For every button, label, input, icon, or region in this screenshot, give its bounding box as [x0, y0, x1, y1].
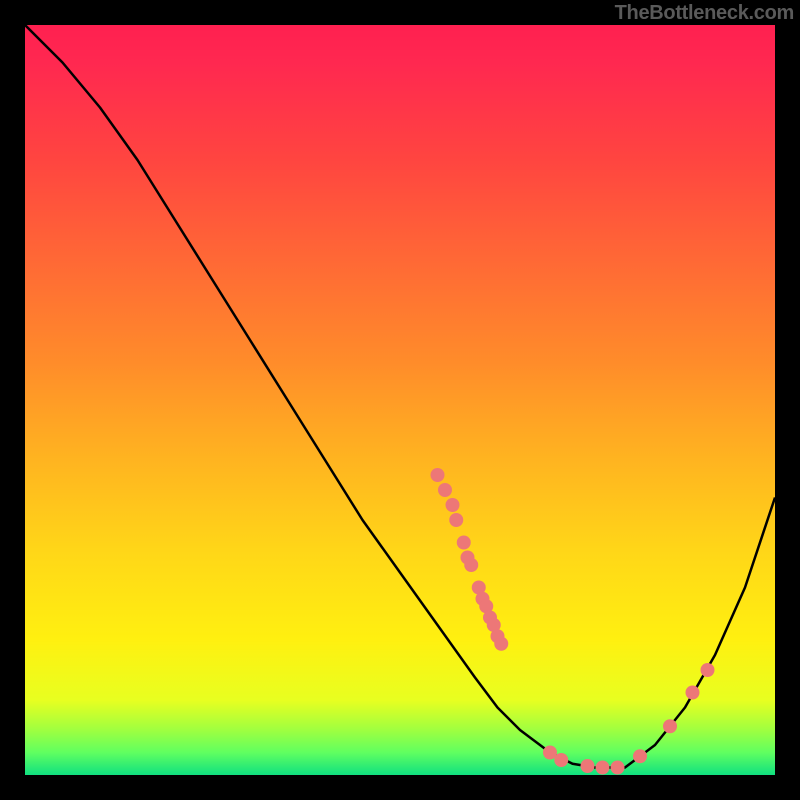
scatter-dot [611, 761, 625, 775]
scatter-dot [494, 637, 508, 651]
scatter-dot [464, 558, 478, 572]
scatter-dot [457, 536, 471, 550]
scatter-dot [701, 663, 715, 677]
attribution-text: TheBottleneck.com [615, 2, 794, 25]
bottleneck-curve [25, 25, 775, 768]
scatter-dot [446, 498, 460, 512]
scatter-dot [554, 753, 568, 767]
scatter-dot [633, 749, 647, 763]
scatter-dot [686, 686, 700, 700]
scatter-dot [581, 759, 595, 773]
plot-area [25, 25, 775, 775]
scatter-dot [596, 761, 610, 775]
scatter-dot [663, 719, 677, 733]
scatter-dot [449, 513, 463, 527]
scatter-dot [431, 468, 445, 482]
scatter-dot [438, 483, 452, 497]
chart-svg [25, 25, 775, 775]
